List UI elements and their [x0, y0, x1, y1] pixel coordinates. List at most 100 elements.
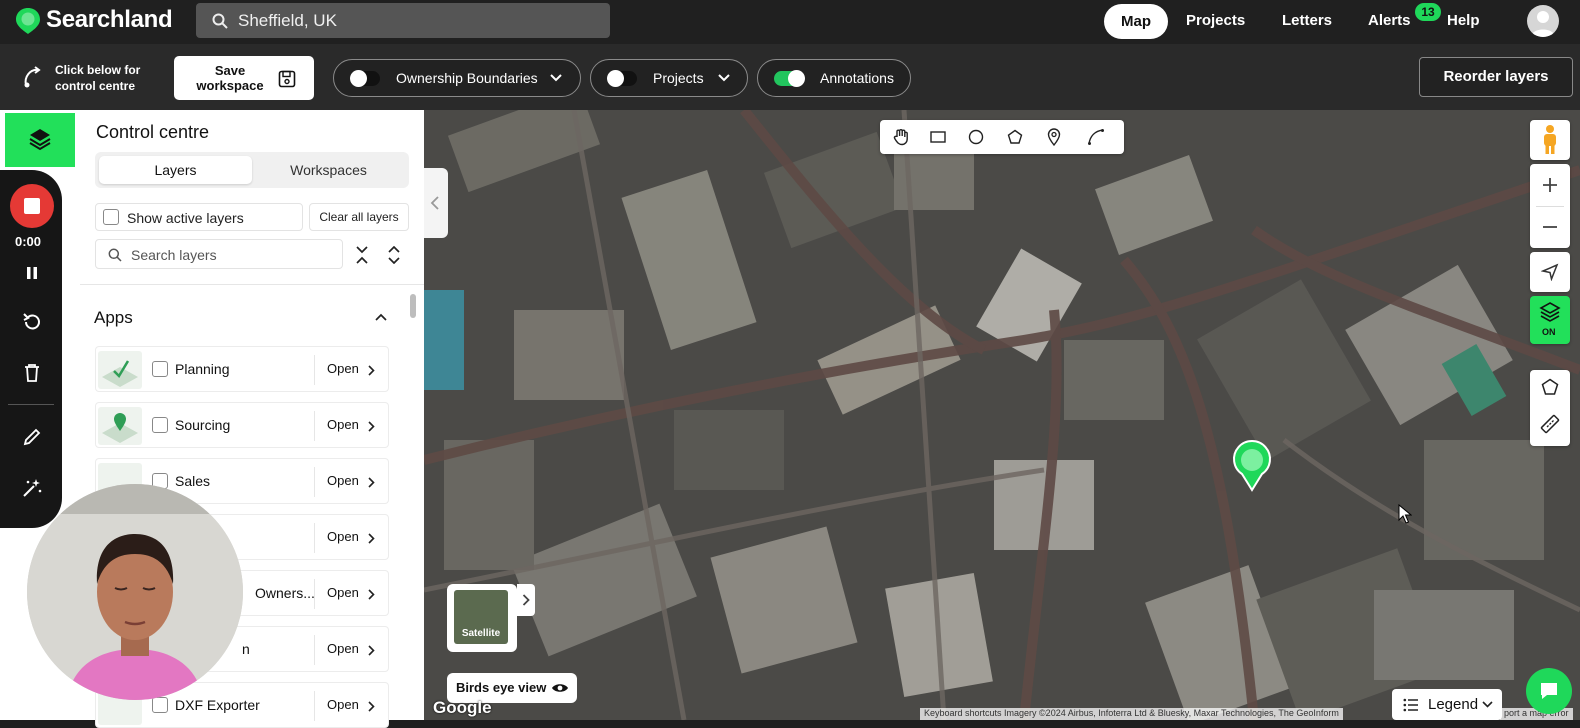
restart-icon[interactable] [21, 311, 43, 333]
polygon-measure-icon[interactable] [1541, 378, 1559, 396]
panel-tabs: Layers Workspaces [95, 152, 409, 188]
birds-eye-view-label: Birds eye view [456, 680, 547, 695]
nav-map[interactable]: Map [1104, 4, 1168, 39]
rectangle-draw-icon[interactable] [930, 130, 946, 144]
save-icon [278, 70, 296, 88]
mouse-cursor-icon [1398, 504, 1412, 524]
expand-all-icon[interactable] [387, 246, 401, 264]
annotations-label: Annotations [820, 70, 894, 86]
sourcing-checkbox[interactable] [152, 417, 168, 433]
app-name: Sourcing [175, 417, 231, 433]
measure-tools [1530, 370, 1570, 446]
chevron-left-icon [430, 196, 439, 210]
navigation-arrow-icon [1541, 263, 1559, 281]
app-name: DXF Exporter [175, 697, 260, 713]
show-active-layers-checkbox[interactable]: Show active layers [95, 203, 303, 231]
open-sourcing-button[interactable]: Open [327, 417, 359, 432]
legend-label: Legend [1428, 696, 1479, 713]
nav-help[interactable]: Help [1447, 12, 1480, 29]
reorder-layers-button[interactable]: Reorder layers [1419, 57, 1573, 97]
location-search-input[interactable]: Sheffield, UK [196, 3, 610, 38]
pause-icon[interactable] [24, 265, 40, 281]
search-icon [108, 248, 122, 262]
chevron-down-icon [550, 74, 562, 82]
control-centre-button[interactable] [5, 113, 75, 167]
ownership-boundaries-switch[interactable] [350, 70, 380, 87]
satellite-map[interactable] [424, 110, 1580, 720]
planning-checkbox[interactable] [152, 361, 168, 377]
street-view-button[interactable] [1530, 120, 1570, 160]
chevron-right-icon [368, 477, 375, 488]
sourcing-app-thumbnail [98, 407, 142, 445]
presenter-video [27, 484, 243, 700]
projects-toggle[interactable]: Projects [590, 59, 748, 97]
open-planning-button[interactable]: Open [327, 361, 359, 376]
top-bar: Searchland Sheffield, UK Map Projects Le… [0, 0, 1580, 44]
open-app-button[interactable]: Open [327, 641, 359, 656]
ruler-icon[interactable] [1540, 414, 1560, 434]
map-attribution[interactable]: Keyboard shortcuts Imagery ©2024 Airbus,… [920, 708, 1343, 720]
brand-name[interactable]: Searchland [46, 6, 173, 34]
planning-app-thumbnail [98, 351, 142, 389]
layers-on-toggle[interactable]: ON [1530, 296, 1570, 344]
trash-icon[interactable] [23, 363, 41, 383]
chevron-right-icon [368, 421, 375, 432]
projects-switch[interactable] [607, 70, 637, 87]
legend-button[interactable]: Legend [1392, 689, 1502, 720]
marker-draw-icon[interactable] [1047, 128, 1061, 146]
annotations-toggle[interactable]: Annotations [757, 59, 911, 97]
clear-all-layers-button[interactable]: Clear all layers [309, 203, 409, 231]
user-avatar[interactable] [1527, 5, 1559, 37]
circle-draw-icon[interactable] [968, 129, 984, 145]
nav-alerts[interactable]: Alerts [1368, 12, 1411, 29]
collapse-all-icon[interactable] [355, 246, 369, 264]
tab-layers[interactable]: Layers [99, 156, 252, 184]
satellite-imagery[interactable] [424, 110, 1580, 720]
tab-workspaces[interactable]: Workspaces [252, 156, 405, 184]
save-workspace-button[interactable]: Save workspace [174, 56, 314, 100]
open-app-button[interactable]: Open [327, 529, 359, 544]
planning-map-icon [102, 360, 138, 387]
zoom-controls [1530, 164, 1570, 248]
annotations-switch[interactable] [774, 70, 805, 87]
zoom-out-icon[interactable] [1542, 219, 1558, 235]
search-value: Sheffield, UK [238, 11, 337, 30]
chevron-up-icon[interactable] [375, 313, 387, 321]
basemap-expand-button[interactable] [517, 584, 535, 616]
legend-list-icon [1403, 698, 1418, 712]
layers-icon [1539, 302, 1561, 322]
nav-projects[interactable]: Projects [1186, 12, 1245, 29]
stop-recording-button[interactable] [10, 184, 54, 228]
panel-scrollbar[interactable] [410, 294, 416, 318]
open-ownership-button[interactable]: Open [327, 585, 359, 600]
effects-icon[interactable] [21, 477, 43, 499]
projects-label: Projects [653, 70, 704, 86]
search-layers-input[interactable]: Search layers [95, 239, 343, 269]
chevron-right-icon [368, 645, 375, 656]
polygon-draw-icon[interactable] [1007, 129, 1023, 145]
nav-letters[interactable]: Letters [1282, 12, 1332, 29]
webcam-overlay[interactable] [27, 484, 243, 700]
collapse-panel-button[interactable] [424, 168, 448, 238]
open-dxf-exporter-button[interactable]: Open [327, 697, 359, 712]
apps-section-header[interactable]: Apps [94, 308, 133, 328]
hand-pan-icon[interactable] [892, 128, 910, 146]
zoom-in-icon[interactable] [1542, 177, 1558, 193]
basemap-switcher[interactable]: Satellite [447, 584, 517, 652]
chevron-right-icon [368, 589, 375, 600]
chat-support-button[interactable] [1526, 668, 1572, 714]
chevron-right-icon [368, 701, 375, 712]
pegman-icon [1544, 125, 1556, 154]
searchland-logo-icon[interactable] [15, 7, 41, 35]
show-active-checkbox[interactable] [103, 209, 119, 225]
stop-icon [24, 198, 40, 214]
save-workspace-label: Save workspace [196, 63, 264, 93]
open-sales-button[interactable]: Open [327, 473, 359, 488]
line-draw-icon[interactable] [1087, 128, 1105, 146]
locate-button[interactable] [1530, 252, 1570, 292]
pen-icon[interactable] [22, 427, 42, 447]
dxf-exporter-checkbox[interactable] [152, 697, 168, 713]
ownership-boundaries-toggle[interactable]: Ownership Boundaries [333, 59, 581, 97]
drawing-toolbar [880, 120, 1124, 154]
location-marker-icon[interactable] [1230, 440, 1274, 492]
